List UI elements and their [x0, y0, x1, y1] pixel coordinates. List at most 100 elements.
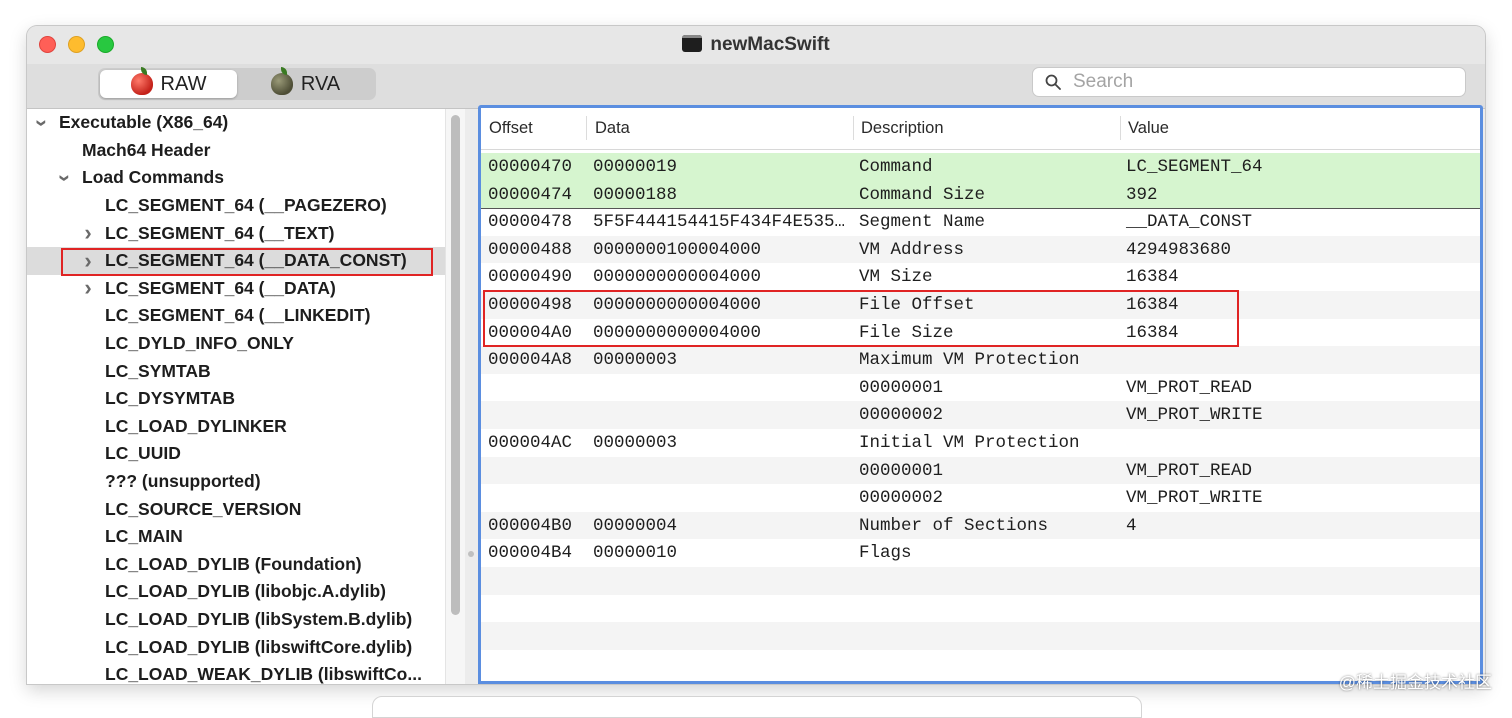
- cell-offset: 000004AC: [488, 433, 573, 453]
- outline-item-label: LC_UUID: [105, 443, 181, 464]
- table-row[interactable]: 00000001 VM_PROT_READ: [481, 373, 1480, 402]
- column-header-value[interactable]: Value: [1128, 119, 1169, 138]
- cell-description: 00000002: [859, 405, 944, 426]
- outline-item[interactable]: › Executable (X86_64): [27, 109, 445, 137]
- table-row[interactable]: 000004A8 00000003 Maximum VM Protection: [481, 346, 1480, 374]
- cell-data: 5F5F444154415F434F4E535…: [593, 212, 846, 233]
- outline-item-label: LC_SEGMENT_64 (__PAGEZERO): [105, 195, 387, 216]
- cell-value: VM_PROT_READ: [1126, 460, 1253, 481]
- cell-description: 00000002: [859, 488, 944, 509]
- table-row[interactable]: 00000490 0000000000004000 VM Size 16384: [481, 263, 1480, 291]
- bottom-panel-edge: [372, 696, 1142, 718]
- cell-value: 4294983680: [1126, 239, 1232, 260]
- divider-handle[interactable]: [468, 551, 474, 557]
- split-view-divider[interactable]: [465, 109, 478, 684]
- table-row[interactable]: 000004B4 00000010 Flags: [481, 539, 1480, 567]
- cell-description: Flags: [859, 543, 912, 564]
- table-row[interactable]: 000004AC 00000003 Initial VM Protection: [481, 429, 1480, 457]
- table-row[interactable]: 00000488 0000000100004000 VM Address 429498…: [481, 235, 1480, 264]
- column-divider[interactable]: [853, 116, 854, 140]
- outline-item[interactable]: LC_SOURCE_VERSION: [27, 495, 445, 523]
- chevron-down-icon[interactable]: ›: [53, 171, 78, 185]
- cell-value: VM_PROT_WRITE: [1126, 405, 1263, 426]
- cell-value: VM_PROT_WRITE: [1126, 488, 1263, 509]
- outline-item[interactable]: ??? (unsupported): [27, 468, 445, 496]
- outline-item[interactable]: LC_LOAD_DYLIB (libswiftCore.dylib): [27, 633, 445, 661]
- cell-data: 00000003: [593, 433, 678, 453]
- outline-item[interactable]: LC_MAIN: [27, 523, 445, 551]
- cell-description: Command: [859, 157, 933, 177]
- table-row[interactable]: 00000470 00000019 Command LC_SEGMENT_64: [481, 153, 1480, 181]
- search-input[interactable]: Search: [1032, 67, 1466, 97]
- table-row[interactable]: 00000001 VM_PROT_READ: [481, 456, 1480, 485]
- cell-offset: 00000470: [488, 157, 573, 177]
- cell-value: VM_PROT_READ: [1126, 377, 1253, 398]
- window-title-text: newMacSwift: [710, 34, 830, 55]
- outline-item-label: Load Commands: [82, 167, 224, 188]
- cell-offset: 00000474: [488, 184, 573, 205]
- table-row[interactable]: [481, 622, 1480, 650]
- outline-item-label: LC_MAIN: [105, 526, 183, 547]
- watermark: @稀土掘金技术社区: [1338, 673, 1492, 692]
- outline-item-label: LC_SYMTAB: [105, 360, 211, 381]
- cell-description: 00000001: [859, 377, 944, 398]
- outline-item[interactable]: LC_LOAD_DYLIB (libSystem.B.dylib): [27, 606, 445, 634]
- raw-mode-button[interactable]: RAW: [100, 67, 237, 98]
- raw-mode-label: RAW: [160, 72, 207, 95]
- chevron-right-icon[interactable]: ›: [81, 220, 95, 245]
- table-row[interactable]: [481, 649, 1480, 678]
- cell-description: Initial VM Protection: [859, 433, 1080, 453]
- sidebar-scrollbar[interactable]: [445, 109, 465, 684]
- outline-item[interactable]: LC_DYLD_INFO_ONLY: [27, 330, 445, 358]
- window-title: newMacSwift: [27, 34, 1485, 56]
- column-header-description[interactable]: Description: [861, 119, 944, 138]
- outline-item[interactable]: LC_LOAD_DYLINKER: [27, 413, 445, 441]
- cell-description: VM Address: [859, 239, 965, 260]
- outline-item-label: LC_SEGMENT_64 (__DATA): [105, 277, 336, 298]
- cell-offset: 000004B0: [488, 515, 573, 536]
- cell-data: 0000000000004000: [593, 267, 762, 288]
- table-row[interactable]: 00000478 5F5F444154415F434F4E535… Segment …: [481, 208, 1480, 236]
- cell-description: Maximum VM Protection: [859, 350, 1080, 371]
- sidebar-scroll-thumb[interactable]: [451, 115, 460, 615]
- table-row[interactable]: 00000002 VM_PROT_WRITE: [481, 484, 1480, 512]
- cell-data: 0000000100004000: [593, 239, 762, 260]
- search-placeholder: Search: [1073, 71, 1134, 92]
- outline-item[interactable]: › Load Commands: [27, 164, 445, 192]
- outline-item[interactable]: › LC_SEGMENT_64 (__DATA): [27, 275, 445, 303]
- outline-item-label: LC_DYSYMTAB: [105, 388, 235, 409]
- outline-item[interactable]: › LC_SEGMENT_64 (__TEXT): [27, 219, 445, 247]
- app-window: newMacSwift RAW RVA Search › Executable (…: [27, 26, 1485, 684]
- column-header-offset[interactable]: Offset: [489, 119, 533, 138]
- outline-item[interactable]: LC_UUID: [27, 440, 445, 468]
- outline-item[interactable]: LC_LOAD_WEAK_DYLIB (libswiftCo...: [27, 661, 445, 684]
- outline-item[interactable]: LC_DYSYMTAB: [27, 385, 445, 413]
- outline-item[interactable]: Mach64 Header: [27, 137, 445, 165]
- cell-value: LC_SEGMENT_64: [1126, 157, 1263, 177]
- chevron-right-icon[interactable]: ›: [81, 275, 95, 300]
- cell-offset: 00000490: [488, 267, 573, 288]
- cell-value: 16384: [1126, 267, 1179, 288]
- outline-item[interactable]: LC_LOAD_DYLIB (libobjc.A.dylib): [27, 578, 445, 606]
- chevron-down-icon[interactable]: ›: [30, 116, 55, 130]
- table-row[interactable]: [481, 594, 1480, 623]
- column-divider[interactable]: [586, 116, 587, 140]
- rva-mode-button[interactable]: RVA: [237, 67, 374, 98]
- outline-item[interactable]: LC_SEGMENT_64 (__PAGEZERO): [27, 192, 445, 220]
- outline-item[interactable]: LC_LOAD_DYLIB (Foundation): [27, 551, 445, 579]
- title-bar[interactable]: newMacSwift: [27, 26, 1485, 64]
- column-divider[interactable]: [1120, 116, 1121, 140]
- outline-item-label: LC_SEGMENT_64 (__TEXT): [105, 222, 335, 243]
- cell-data: 00000019: [593, 157, 678, 177]
- table-row[interactable]: 000004B0 00000004 Number of Sections 4: [481, 511, 1480, 540]
- highlight-separator: [481, 208, 1480, 210]
- table-row[interactable]: [481, 567, 1480, 595]
- cell-value: 4: [1126, 515, 1137, 536]
- outline-item[interactable]: LC_SEGMENT_64 (__LINKEDIT): [27, 302, 445, 330]
- rows-annotation-box: [483, 290, 1239, 348]
- table-row[interactable]: 00000474 00000188 Command Size 392: [481, 180, 1480, 209]
- table-row[interactable]: 00000002 VM_PROT_WRITE: [481, 401, 1480, 429]
- outline-item[interactable]: LC_SYMTAB: [27, 357, 445, 385]
- cell-value: __DATA_CONST: [1126, 212, 1253, 233]
- column-header-data[interactable]: Data: [595, 119, 630, 138]
